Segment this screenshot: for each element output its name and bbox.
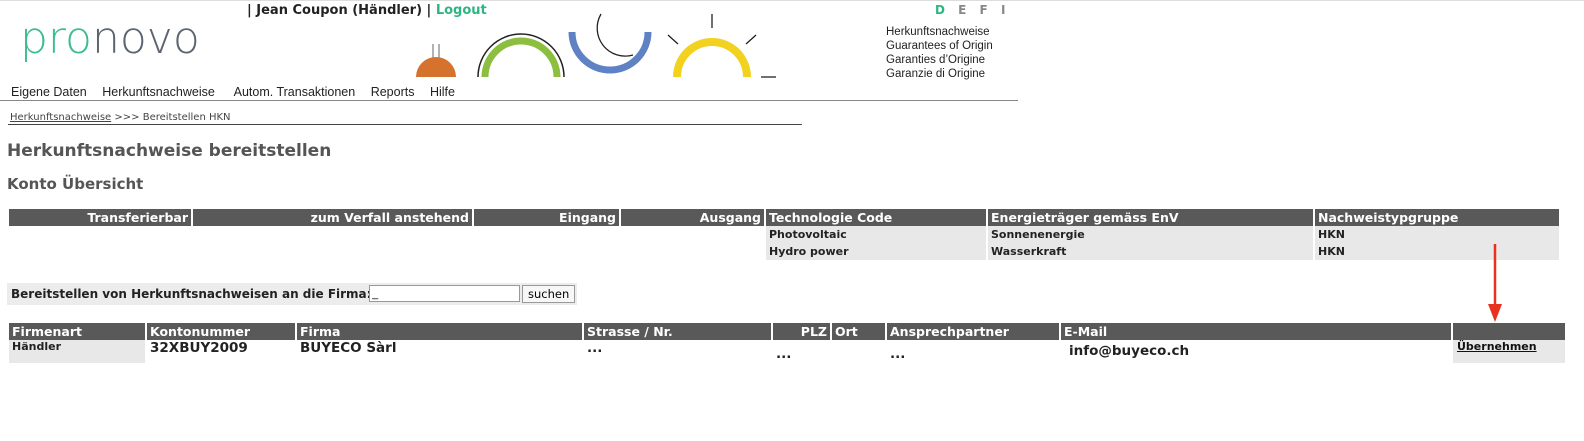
lang-e[interactable]: E <box>958 3 966 17</box>
menu-hilfe[interactable]: Hilfe <box>430 85 455 99</box>
col-ort: Ort <box>832 323 885 340</box>
breadcrumb-current: Bereitstellen HKN <box>142 112 231 123</box>
breadcrumb-divider <box>8 124 802 125</box>
company-search-bar: Bereitstellen von Herkunftsnachweisen an… <box>7 283 577 305</box>
language-switcher: D E F I <box>935 3 1014 17</box>
uebernehmen-link[interactable]: Übernehmen <box>1457 340 1537 353</box>
menu-reports[interactable]: Reports <box>371 85 415 99</box>
col-ausgang: Ausgang <box>621 209 764 226</box>
user-name: Jean Coupon (Händler) <box>256 3 423 18</box>
col-eingang: Eingang <box>474 209 619 226</box>
table-header-row: Firmenart Kontonummer Firma Strasse / Nr… <box>9 323 1565 340</box>
cell-group: HKN <box>1315 243 1559 260</box>
cell-energy: Wasserkraft <box>988 243 1313 260</box>
lang-f[interactable]: F <box>980 3 988 17</box>
section-title: Konto Übersicht <box>7 175 144 193</box>
user-prefix: | <box>247 3 257 18</box>
page-title: Herkunftsnachweise bereitstellen <box>7 141 332 161</box>
hkn-label-it: Garanzie di Origine <box>886 68 986 80</box>
cell-firma: BUYECO Sàrl <box>300 340 397 356</box>
cell-tech: Hydro power <box>766 243 986 260</box>
breadcrumb-sep: >>> <box>111 112 143 123</box>
table-row: Photovoltaic Sonnenenergie HKN <box>9 226 1559 243</box>
col-email: E-Mail <box>1061 323 1451 340</box>
lang-i[interactable]: I <box>1001 3 1005 17</box>
energy-graphic <box>416 13 776 78</box>
company-search-input[interactable] <box>369 285 520 302</box>
cell-group: HKN <box>1315 226 1559 243</box>
col-kontonummer: Kontonummer <box>147 323 295 340</box>
cell-firmenart: Händler <box>9 340 145 363</box>
table-row: Hydro power Wasserkraft HKN <box>9 243 1559 260</box>
hkn-label-list: Herkunftsnachweise Guarantees of Origin … <box>886 25 993 81</box>
pronovo-logo[interactable]: pronovo <box>20 17 200 61</box>
menu-herkunftsnachweise[interactable]: Herkunftsnachweise <box>102 85 215 99</box>
cell-ansprechpartner: ... <box>890 346 906 362</box>
breadcrumb: Herkunftsnachweise >>> Bereitstellen HKN <box>10 112 231 123</box>
cell-action: Übernehmen <box>1453 340 1565 363</box>
menu-eigene-daten[interactable]: Eigene Daten <box>11 85 87 99</box>
lang-d[interactable]: D <box>935 3 945 17</box>
cell-kontonummer: 32XBUY2009 <box>150 340 248 356</box>
col-strasse: Strasse / Nr. <box>584 323 771 340</box>
cell-energy: Sonnenenergie <box>988 226 1313 243</box>
top-border <box>0 0 1584 1</box>
col-firma: Firma <box>297 323 582 340</box>
table-row: Händler 32XBUY2009 BUYECO Sàrl ... ... .… <box>9 340 1565 363</box>
col-ansprechpartner: Ansprechpartner <box>887 323 1059 340</box>
search-button[interactable]: suchen <box>522 285 576 303</box>
col-zum-verfall: zum Verfall anstehend <box>193 209 472 226</box>
company-results-table: Firmenart Kontonummer Firma Strasse / Nr… <box>7 323 1567 363</box>
table-header-row: Transferierbar zum Verfall anstehend Ein… <box>9 209 1559 226</box>
cell-email: info@buyeco.ch <box>1069 343 1190 359</box>
search-label: Bereitstellen von Herkunftsnachweisen an… <box>11 287 372 301</box>
hkn-label-de: Herkunftsnachweise <box>886 26 990 38</box>
col-action <box>1453 323 1565 340</box>
menu-autom-transaktionen[interactable]: Autom. Transaktionen <box>234 85 356 99</box>
cell-tech: Photovoltaic <box>766 226 986 243</box>
col-nachweistypgruppe: Nachweistypgruppe <box>1315 209 1559 226</box>
cell-ort <box>832 340 885 363</box>
main-menu: Eigene Daten Herkunftsnachweise Autom. T… <box>11 85 467 99</box>
account-overview-table: Transferierbar zum Verfall anstehend Ein… <box>7 209 1561 260</box>
cell-plz: ... <box>776 346 792 362</box>
cell-strasse: ... <box>587 340 603 356</box>
col-transferierbar: Transferierbar <box>9 209 191 226</box>
col-firmenart: Firmenart <box>9 323 145 340</box>
breadcrumb-link[interactable]: Herkunftsnachweise <box>10 112 111 123</box>
hkn-label-en: Guarantees of Origin <box>886 40 993 52</box>
hkn-label-fr: Garanties d’Origine <box>886 54 986 66</box>
red-arrow-icon <box>1488 244 1502 322</box>
col-energietraeger: Energieträger gemäss EnV <box>988 209 1313 226</box>
col-technologie-code: Technologie Code <box>766 209 986 226</box>
menu-divider <box>0 100 1018 101</box>
col-plz: PLZ <box>773 323 830 340</box>
